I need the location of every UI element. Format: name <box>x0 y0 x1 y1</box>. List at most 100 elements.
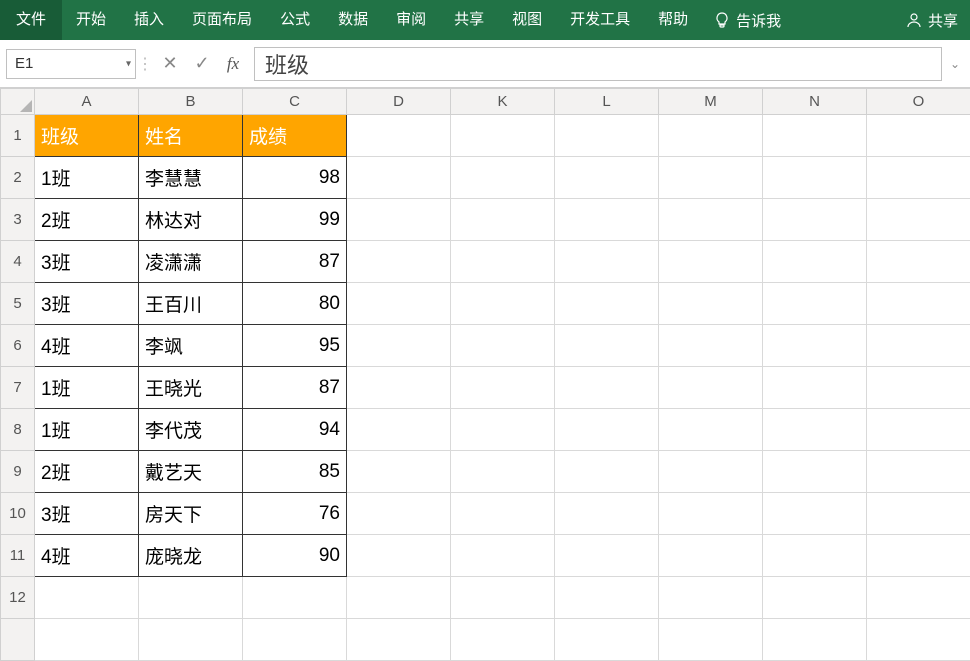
tab-file[interactable]: 文件 <box>0 0 62 40</box>
row-header[interactable]: 10 <box>1 493 35 535</box>
cell[interactable]: 李慧慧 <box>139 157 243 199</box>
row-header[interactable]: 2 <box>1 157 35 199</box>
cell[interactable] <box>555 367 659 409</box>
cell[interactable] <box>451 493 555 535</box>
cell[interactable]: 87 <box>243 241 347 283</box>
cell[interactable]: 99 <box>243 199 347 241</box>
col-header-L[interactable]: L <box>555 89 659 115</box>
select-all-corner[interactable] <box>1 89 35 115</box>
cell[interactable] <box>451 619 555 661</box>
cell[interactable] <box>347 283 451 325</box>
cell[interactable] <box>555 409 659 451</box>
cell[interactable] <box>867 325 970 367</box>
cell[interactable] <box>451 325 555 367</box>
col-header-K[interactable]: K <box>451 89 555 115</box>
cell[interactable] <box>243 619 347 661</box>
cell[interactable]: 2班 <box>35 199 139 241</box>
cell[interactable] <box>763 451 867 493</box>
cell[interactable] <box>867 157 970 199</box>
cell[interactable] <box>555 535 659 577</box>
cell[interactable] <box>659 283 763 325</box>
cell[interactable] <box>659 325 763 367</box>
expand-formula-bar-icon[interactable]: ⌄ <box>946 57 964 71</box>
cell[interactable] <box>347 241 451 283</box>
cell[interactable] <box>867 493 970 535</box>
cell[interactable] <box>763 199 867 241</box>
name-box[interactable]: E1 ▾ <box>6 49 136 79</box>
cell[interactable] <box>555 325 659 367</box>
cell[interactable]: 戴艺天 <box>139 451 243 493</box>
cell[interactable] <box>659 451 763 493</box>
cell[interactable] <box>451 157 555 199</box>
cell[interactable]: 87 <box>243 367 347 409</box>
cell[interactable] <box>763 325 867 367</box>
row-header[interactable]: 12 <box>1 577 35 619</box>
cell[interactable]: 林达对 <box>139 199 243 241</box>
cell[interactable] <box>867 409 970 451</box>
cell[interactable] <box>867 199 970 241</box>
row-header[interactable]: 4 <box>1 241 35 283</box>
cell[interactable] <box>555 199 659 241</box>
cell[interactable]: 班级 <box>35 115 139 157</box>
cell[interactable] <box>555 619 659 661</box>
chevron-down-icon[interactable]: ▾ <box>126 58 131 69</box>
cell[interactable]: 4班 <box>35 535 139 577</box>
cell[interactable]: 90 <box>243 535 347 577</box>
tab-help[interactable]: 帮助 <box>644 0 702 40</box>
cell[interactable] <box>867 241 970 283</box>
cell[interactable]: 凌潇潇 <box>139 241 243 283</box>
cell[interactable] <box>659 367 763 409</box>
row-header[interactable]: 5 <box>1 283 35 325</box>
cell[interactable] <box>451 409 555 451</box>
row-header[interactable] <box>1 619 35 661</box>
cell[interactable] <box>555 451 659 493</box>
cell[interactable]: 李飒 <box>139 325 243 367</box>
cancel-button[interactable]: ✕ <box>154 49 186 79</box>
cell[interactable] <box>451 577 555 619</box>
cell[interactable] <box>659 535 763 577</box>
cell[interactable]: 王晓光 <box>139 367 243 409</box>
cell[interactable] <box>451 535 555 577</box>
cell[interactable] <box>763 157 867 199</box>
cell[interactable] <box>659 115 763 157</box>
col-header-N[interactable]: N <box>763 89 867 115</box>
tab-review[interactable]: 审阅 <box>382 0 440 40</box>
row-header[interactable]: 8 <box>1 409 35 451</box>
cell[interactable] <box>867 367 970 409</box>
cell[interactable] <box>867 115 970 157</box>
cell[interactable]: 李代茂 <box>139 409 243 451</box>
cell[interactable] <box>451 241 555 283</box>
tab-data[interactable]: 数据 <box>324 0 382 40</box>
cell[interactable] <box>555 241 659 283</box>
cell[interactable] <box>347 115 451 157</box>
cell[interactable]: 4班 <box>35 325 139 367</box>
fx-button[interactable]: fx <box>218 54 248 74</box>
cell[interactable] <box>659 409 763 451</box>
cell[interactable] <box>659 619 763 661</box>
cell[interactable]: 3班 <box>35 283 139 325</box>
cell[interactable] <box>763 409 867 451</box>
cell[interactable] <box>659 493 763 535</box>
col-header-A[interactable]: A <box>35 89 139 115</box>
cell[interactable] <box>763 115 867 157</box>
cell[interactable] <box>347 535 451 577</box>
row-header[interactable]: 7 <box>1 367 35 409</box>
cell[interactable] <box>347 493 451 535</box>
cell[interactable] <box>555 577 659 619</box>
cell[interactable] <box>451 199 555 241</box>
cell[interactable] <box>659 577 763 619</box>
cell[interactable]: 94 <box>243 409 347 451</box>
cell[interactable] <box>867 451 970 493</box>
cell[interactable] <box>867 619 970 661</box>
cell[interactable] <box>867 283 970 325</box>
cell[interactable] <box>347 619 451 661</box>
tab-share[interactable]: 共享 <box>440 0 498 40</box>
tab-home[interactable]: 开始 <box>62 0 120 40</box>
confirm-button[interactable]: ✓ <box>186 49 218 79</box>
cell[interactable] <box>763 577 867 619</box>
cell[interactable] <box>867 577 970 619</box>
cell[interactable] <box>347 199 451 241</box>
cell[interactable] <box>763 535 867 577</box>
cell[interactable] <box>451 367 555 409</box>
cell[interactable] <box>347 157 451 199</box>
